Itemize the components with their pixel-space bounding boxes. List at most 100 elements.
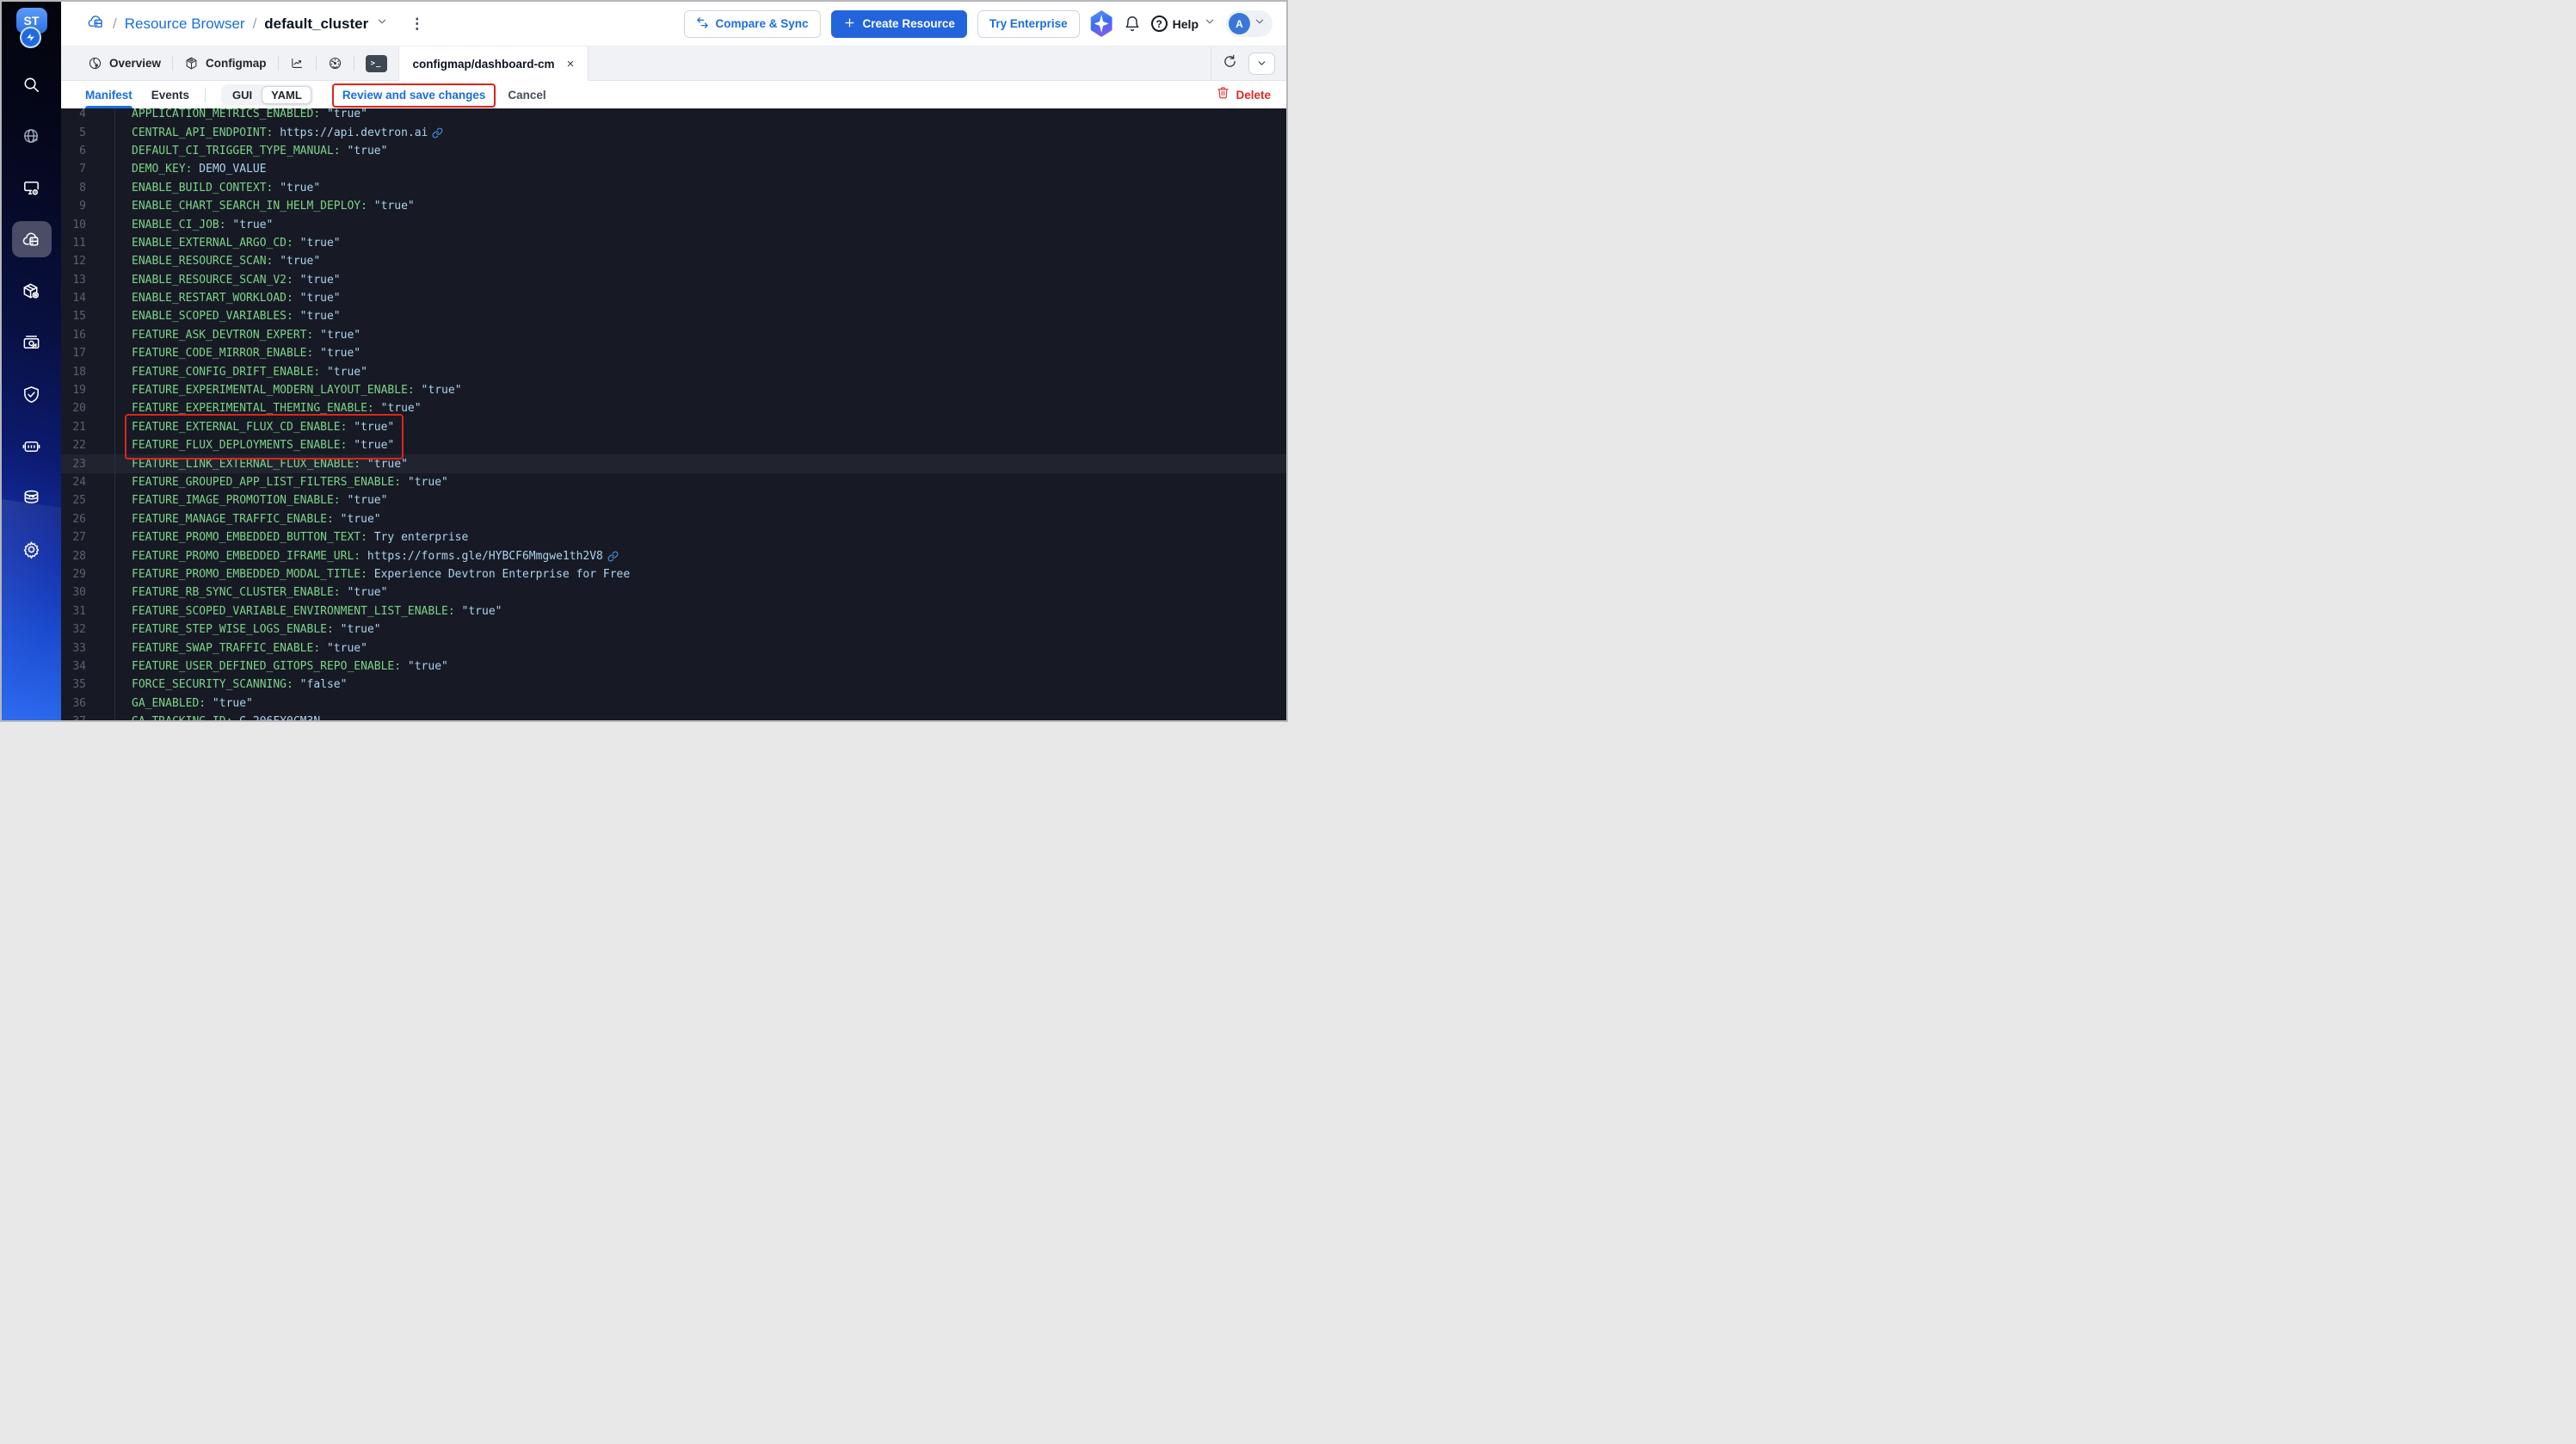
yaml-entry: FEATURE_PROMO_EMBEDDED_BUTTON_TEXT: Try … [132,531,469,545]
yaml-entry: APPLICATION_METRICS_ENABLED: "true" [132,108,367,121]
code-line-16[interactable]: 16 FEATURE_ASK_DEVTRON_EXPERT: "true" [61,326,1286,344]
code-line-21[interactable]: 21 FEATURE_EXTERNAL_FLUX_CD_ENABLE: "true… [61,418,1286,436]
tab-overview[interactable]: Overview [77,46,172,80]
tab-label: Configmap [206,57,267,70]
sidebar-item-security[interactable] [12,376,52,412]
code-line-30[interactable]: 30 FEATURE_RB_SYNC_CLUSTER_ENABLE: "true" [61,583,1286,602]
compare-sync-button[interactable]: Compare & Sync [683,9,821,38]
code-line-13[interactable]: 13 ENABLE_RESOURCE_SCAN_V2: "true" [61,271,1286,289]
code-line-28[interactable]: 28 FEATURE_PROMO_EMBEDDED_IFRAME_URL: htt… [61,546,1286,565]
sidebar-item-applications[interactable] [12,118,52,154]
kebab-menu-icon[interactable]: ⋮ [410,16,424,31]
review-save-changes-button[interactable]: Review and save changes [342,89,486,102]
code-line-18[interactable]: 18 FEATURE_CONFIG_DRIFT_ENABLE: "true" [61,362,1286,380]
annotation-box-review: Review and save changes [331,83,496,108]
sidebar-item-stack-manager[interactable] [12,479,52,515]
sidebar-item-devtron-bot[interactable] [12,428,52,464]
tab-configmap-dashboard-cm[interactable]: configmap/dashboard-cm × [397,46,589,81]
line-number: 10 [72,218,86,231]
delete-button[interactable]: Delete [1217,86,1271,103]
yaml-entry: FEATURE_EXTERNAL_FLUX_CD_ENABLE: "true" [132,420,395,434]
yaml-entry: GA_TRACKING_ID: G-206FY0CM3N [86,715,320,720]
code-line-15[interactable]: 15 ENABLE_SCOPED_VARIABLES: "true" [61,307,1286,325]
create-resource-button[interactable]: Create Resource [830,9,967,38]
line-number: 9 [79,200,86,213]
gemini-sparkle-icon[interactable] [1090,10,1112,37]
code-line-7[interactable]: 7 DEMO_KEY: DEMO_VALUE [61,160,1286,178]
code-line-29[interactable]: 29 FEATURE_PROMO_EMBEDDED_MODAL_TITLE: Ex… [61,565,1286,583]
external-link-icon[interactable] [432,127,443,139]
sidebar-item-jobs[interactable] [12,170,52,206]
devtron-logo-icon [19,27,41,48]
code-line-23[interactable]: 23 FEATURE_LINK_EXTERNAL_FLUX_ENABLE: "tr… [61,454,1286,473]
user-menu[interactable]: A [1226,10,1273,37]
code-line-32[interactable]: 32 FEATURE_STEP_WISE_LOGS_ENABLE: "true" [61,620,1286,639]
code-line-26[interactable]: 26 FEATURE_MANAGE_TRAFFIC_ENABLE: "true" [61,510,1286,528]
close-tab-icon[interactable]: × [567,58,575,71]
yaml-entry: ENABLE_SCOPED_VARIABLES: "true" [132,310,341,324]
code-line-10[interactable]: 10 ENABLE_CI_JOB: "true" [61,215,1286,233]
notification-bell-icon[interactable] [1124,15,1141,33]
tab-options-chevron-button[interactable] [1248,52,1275,75]
code-line-14[interactable]: 14 ENABLE_RESTART_WORKLOAD: "true" [61,289,1286,307]
cluster-dropdown-chevron-icon[interactable] [376,15,388,32]
sync-arrows-icon [696,16,709,32]
tab-events[interactable]: Events [151,81,189,108]
yaml-entry: FEATURE_EXPERIMENTAL_MODERN_LAYOUT_ENABL… [132,384,462,398]
yaml-entry: ENABLE_CHART_SEARCH_IN_HELM_DEPLOY: "tru… [132,200,415,213]
sidebar-item-global-config[interactable] [12,531,52,567]
yaml-entry: FEATURE_LINK_EXTERNAL_FLUX_ENABLE: "true… [132,457,408,471]
code-line-37[interactable]: 37GA_TRACKING_ID: G-206FY0CM3N [61,713,1286,720]
breadcrumb-link-resource-browser[interactable]: Resource Browser [125,15,245,33]
sidebar-item-chart-store[interactable] [12,273,52,309]
line-number: 29 [72,567,86,581]
code-line-22[interactable]: 22 FEATURE_FLUX_DEPLOYMENTS_ENABLE: "true… [61,436,1286,454]
code-line-36[interactable]: 36 GA_ENABLED: "true" [61,694,1286,713]
yaml-entry: GA_ENABLED: "true" [132,696,253,710]
tab-monitoring[interactable] [279,46,316,80]
tab-gauge[interactable] [317,46,354,80]
code-line-8[interactable]: 8 ENABLE_BUILD_CONTEXT: "true" [61,179,1286,197]
tab-bar-controls [1211,46,1286,80]
tab-manifest[interactable]: Manifest [85,81,132,108]
code-line-34[interactable]: 34 FEATURE_USER_DEFINED_GITOPS_REPO_ENABL… [61,657,1286,676]
yaml-entry: FORCE_SECURITY_SCANNING: "false" [132,678,348,692]
code-line-25[interactable]: 25 FEATURE_IMAGE_PROMOTION_ENABLE: "true" [61,491,1286,509]
line-number: 30 [72,586,86,600]
yaml-editor[interactable]: 4 APPLICATION_METRICS_ENABLED: "true" 5 CEN… [61,108,1286,720]
external-link-icon[interactable] [607,551,619,562]
line-number: 12 [72,255,86,268]
devtron-logo[interactable]: ST [13,8,51,58]
robot-icon [22,436,41,456]
yaml-entry: DEMO_KEY: DEMO_VALUE [132,163,267,176]
sidebar-item-search[interactable] [12,66,52,102]
sidebar-item-deployment-metrics[interactable] [12,324,52,361]
code-line-19[interactable]: 19 FEATURE_EXPERIMENTAL_MODERN_LAYOUT_ENA… [61,381,1286,399]
code-line-27[interactable]: 27 FEATURE_PROMO_EMBEDDED_BUTTON_TEXT: Tr… [61,528,1286,546]
code-line-20[interactable]: 20 FEATURE_EXPERIMENTAL_THEMING_ENABLE: "… [61,399,1286,417]
segment-yaml[interactable]: YAML [262,85,311,104]
code-line-31[interactable]: 31 FEATURE_SCOPED_VARIABLE_ENVIRONMENT_LI… [61,602,1286,620]
cancel-button[interactable]: Cancel [508,89,545,102]
tab-terminal[interactable]: >_ [354,46,398,80]
monitor-icon [22,178,41,198]
code-line-11[interactable]: 11 ENABLE_EXTERNAL_ARGO_CD: "true" [61,234,1286,252]
tab-configmap[interactable]: Configmap [173,46,278,80]
try-enterprise-button[interactable]: Try Enterprise [977,9,1080,38]
help-menu[interactable]: ? Help [1150,15,1216,32]
code-line-6[interactable]: 6 DEFAULT_CI_TRIGGER_TYPE_MANUAL: "true" [61,142,1286,160]
code-line-12[interactable]: 12 ENABLE_RESOURCE_SCAN: "true" [61,252,1286,270]
code-line-33[interactable]: 33 FEATURE_SWAP_TRAFFIC_ENABLE: "true" [61,639,1286,657]
yaml-entry: ENABLE_RESOURCE_SCAN: "true" [132,255,321,268]
sidebar-item-resource-browser[interactable] [11,221,52,257]
code-line-9[interactable]: 9 ENABLE_CHART_SEARCH_IN_HELM_DEPLOY: "tr… [61,197,1286,215]
segment-gui[interactable]: GUI [223,86,262,104]
code-line-4[interactable]: 4 APPLICATION_METRICS_ENABLED: "true" [61,108,1286,123]
code-line-5[interactable]: 5 CENTRAL_API_ENDPOINT: https://api.devtr… [61,123,1286,141]
code-line-24[interactable]: 24 FEATURE_GROUPED_APP_LIST_FILTERS_ENABL… [61,473,1286,491]
code-line-35[interactable]: 35 FORCE_SECURITY_SCANNING: "false" [61,676,1286,694]
yaml-entry: FEATURE_SCOPED_VARIABLE_ENVIRONMENT_LIST… [132,604,502,618]
refresh-icon[interactable] [1223,54,1237,73]
code-line-17[interactable]: 17 FEATURE_CODE_MIRROR_ENABLE: "true" [61,344,1286,362]
sidebar: ST [2,2,61,720]
